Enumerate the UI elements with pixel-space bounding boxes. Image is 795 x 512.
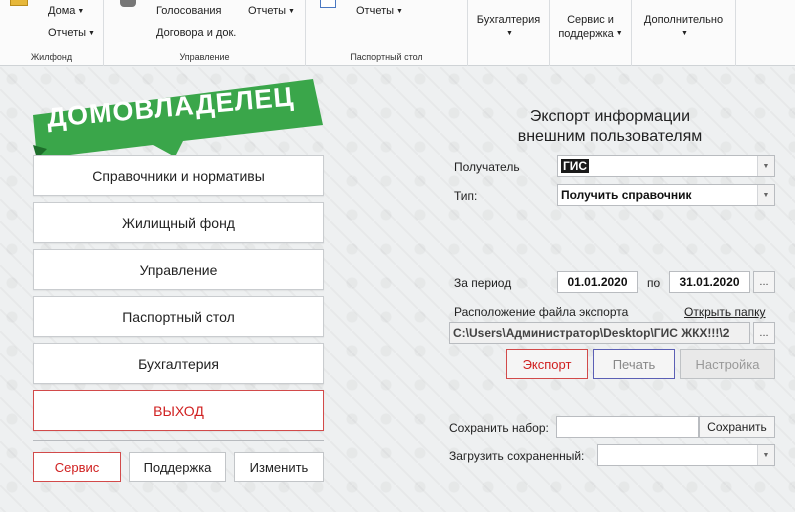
title-line2: внешним пользователям: [517, 128, 703, 145]
save-label: Сохранить: [707, 420, 767, 434]
menu-housing-label: Жилищный фонд: [122, 214, 235, 231]
export-label: Экспорт: [522, 356, 572, 372]
open-folder-link[interactable]: Открыть папку: [684, 305, 766, 319]
menu-references-label: Справочники и нормативы: [92, 167, 265, 184]
menu-passport-button[interactable]: Паспортный стол: [33, 296, 324, 337]
to-label: по: [647, 276, 661, 290]
browse-path-button[interactable]: ...: [753, 322, 775, 344]
support-label: Поддержка: [143, 459, 212, 475]
ribbon-caption-passport: Паспортный стол: [350, 52, 423, 62]
save-set-label: Сохранить набор:: [449, 421, 549, 435]
ribbon-management-reports-label: Отчеты: [248, 5, 287, 17]
menu-housing-button[interactable]: Жилищный фонд: [33, 202, 324, 243]
chevron-down-icon: ▼: [77, 7, 85, 15]
chevron-down-icon[interactable]: ▼: [757, 185, 774, 205]
load-saved-label: Загрузить сохраненный:: [449, 449, 585, 463]
chevron-down-icon: ▼: [506, 30, 513, 38]
recipient-value: ГИС: [561, 159, 590, 173]
ribbon-caption-housing: Жилфонд: [30, 52, 73, 62]
ribbon: Дома ▼ Отчеты ▼ Жилфонд Голосования Отчеты…: [0, 0, 795, 66]
ribbon-service-content: Сервис и поддержка ▼: [550, 13, 631, 41]
ribbon-houses-menu[interactable]: Дома ▼: [48, 5, 84, 17]
menu-management-button[interactable]: Управление: [33, 249, 324, 290]
ribbon-accounting-content: Бухгалтерия ▼: [468, 13, 549, 41]
date-from-value: 01.01.2020: [567, 275, 628, 289]
file-path-value: C:\Users\Администратор\Desktop\ГИС ЖКХ!!…: [453, 326, 730, 340]
ribbon-voting-label: Голосования: [156, 5, 222, 17]
ribbon-group-housing: Дома ▼ Отчеты ▼ Жилфонд: [0, 0, 104, 66]
ribbon-group-management: Голосования Отчеты ▼ Договора и док. Упра…: [104, 0, 306, 66]
ribbon-voting-button[interactable]: Голосования: [156, 5, 222, 17]
file-location-label: Расположение файла экспорта: [454, 305, 629, 319]
save-set-input[interactable]: [556, 416, 699, 438]
print-label: Печать: [612, 356, 656, 372]
change-label: Изменить: [249, 459, 309, 475]
support-button[interactable]: Поддержка: [129, 452, 226, 482]
menu-divider: [33, 440, 324, 441]
chevron-down-icon: ▼: [615, 30, 623, 38]
ribbon-extra-label: Дополнительно: [643, 14, 724, 26]
date-to-value: 31.01.2020: [679, 275, 740, 289]
recipient-select[interactable]: ГИС ▼: [557, 155, 775, 177]
ribbon-extra-content: Дополнительно ▼: [632, 13, 735, 41]
export-button[interactable]: Экспорт: [506, 349, 588, 379]
type-select[interactable]: Получить справочник ▼: [557, 184, 775, 206]
document-icon: [320, 0, 336, 8]
menu-accounting-button[interactable]: Бухгалтерия: [33, 343, 324, 384]
period-picker-dots: ...: [759, 276, 769, 288]
chevron-down-icon: ▼: [681, 30, 688, 38]
menu-management-label: Управление: [139, 261, 218, 278]
browse-path-dots: ...: [759, 327, 769, 339]
ribbon-management-reports-menu[interactable]: Отчеты ▼: [248, 5, 295, 17]
period-label: За период: [454, 276, 512, 290]
service-button[interactable]: Сервис: [33, 452, 121, 482]
ribbon-passport-reports-label: Отчеты: [356, 5, 395, 17]
ribbon-accounting-label: Бухгалтерия: [476, 14, 541, 26]
type-value: Получить справочник: [561, 188, 692, 202]
chevron-down-icon[interactable]: ▼: [757, 156, 774, 176]
main-area: ДОМОВЛАДЕЛЕЦ Справочники и нормативы Жил…: [0, 67, 795, 512]
period-picker-button[interactable]: ...: [753, 271, 775, 293]
file-path-field[interactable]: C:\Users\Администратор\Desktop\ГИС ЖКХ!!…: [449, 322, 750, 344]
ribbon-service-label-line2: поддержка: [558, 28, 614, 40]
chevron-down-icon[interactable]: ▼: [757, 445, 774, 465]
ribbon-contracts-label: Договора и док.: [156, 27, 237, 39]
logo: ДОМОВЛАДЕЛЕЦ: [33, 79, 323, 159]
menu-accounting-label: Бухгалтерия: [138, 355, 219, 372]
ribbon-passport-reports-menu[interactable]: Отчеты ▼: [356, 5, 403, 17]
menu-passport-label: Паспортный стол: [122, 308, 235, 325]
ribbon-extra-menu[interactable]: Дополнительно ▼: [632, 0, 736, 66]
chevron-down-icon: ▼: [288, 7, 295, 15]
exit-button[interactable]: ВЫХОД: [33, 390, 324, 431]
date-to-field[interactable]: 31.01.2020: [669, 271, 750, 293]
recipient-label: Получатель: [454, 160, 520, 174]
chevron-down-icon: ▼: [396, 7, 403, 15]
ribbon-housing-reports-label: Отчеты: [48, 27, 87, 39]
ribbon-accounting-menu[interactable]: Бухгалтерия ▼: [468, 0, 550, 66]
ribbon-caption-management: Управление: [179, 52, 230, 62]
ribbon-contracts-button[interactable]: Договора и док.: [156, 27, 236, 39]
save-button[interactable]: Сохранить: [699, 416, 775, 438]
voting-icon: [120, 0, 136, 7]
page-title: Экспорт информации внешним пользователям: [455, 107, 765, 147]
load-saved-select[interactable]: ▼: [597, 444, 775, 466]
type-label: Тип:: [454, 189, 478, 203]
house-icon: [10, 0, 28, 6]
ribbon-housing-reports-menu[interactable]: Отчеты ▼: [48, 27, 95, 39]
ribbon-service-label-line1: Сервис и: [567, 14, 614, 26]
date-from-field[interactable]: 01.01.2020: [557, 271, 638, 293]
ribbon-houses-label: Дома: [48, 5, 76, 17]
ribbon-service-support-menu[interactable]: Сервис и поддержка ▼: [550, 0, 632, 66]
settings-button[interactable]: Настройка: [680, 349, 775, 379]
print-button[interactable]: Печать: [593, 349, 675, 379]
title-line1: Экспорт информации: [529, 108, 691, 125]
chevron-down-icon: ▼: [88, 29, 95, 37]
exit-label: ВЫХОД: [153, 402, 204, 419]
change-button[interactable]: Изменить: [234, 452, 324, 482]
menu-references-button[interactable]: Справочники и нормативы: [33, 155, 324, 196]
ribbon-group-passport: Отчеты ▼ Паспортный стол: [306, 0, 468, 66]
service-label: Сервис: [54, 459, 100, 475]
settings-label: Настройка: [695, 356, 760, 372]
